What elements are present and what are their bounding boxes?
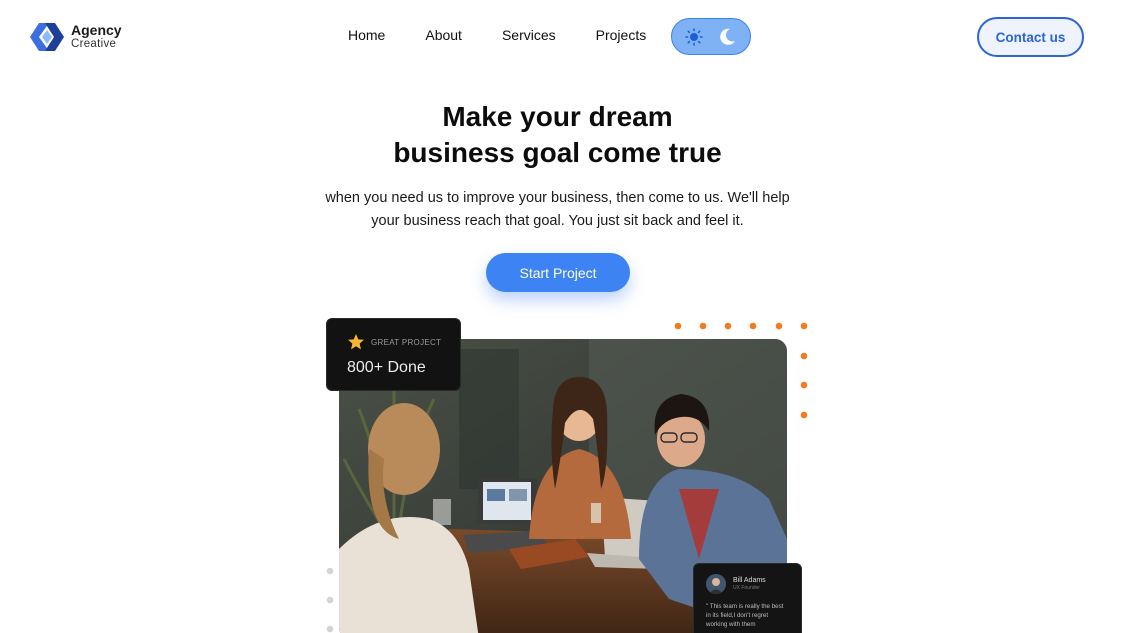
main-nav: Home About Services Projects bbox=[348, 27, 646, 43]
hero-title-line-2: business goal come true bbox=[393, 137, 722, 168]
user-avatar-icon bbox=[706, 574, 726, 594]
testimonial-quote: " This team is really the best in its fi… bbox=[706, 603, 784, 628]
brand-subtitle: Creative bbox=[71, 38, 117, 51]
testimonial-card: Bill Adams UX Founder " This team is rea… bbox=[693, 563, 802, 633]
hero-title: Make your dream business goal come true bbox=[0, 99, 1115, 171]
hero-description: when you need us to improve your busines… bbox=[325, 190, 790, 229]
nav-projects[interactable]: Projects bbox=[596, 27, 647, 43]
theme-toggle[interactable] bbox=[671, 18, 751, 55]
agency-logo-icon bbox=[30, 23, 64, 51]
moon-icon[interactable] bbox=[717, 27, 737, 47]
nav-services[interactable]: Services bbox=[502, 27, 556, 43]
contact-button[interactable]: Contact us bbox=[977, 17, 1084, 57]
brand-logo[interactable]: Agency Creative bbox=[30, 21, 122, 53]
testimonial-name: Bill Adams bbox=[733, 577, 766, 584]
nav-about[interactable]: About bbox=[425, 27, 462, 43]
nav-home[interactable]: Home bbox=[348, 27, 385, 43]
testimonial-role: UX Founder bbox=[733, 585, 760, 591]
projects-done-badge: GREAT PROJECT 800+ Done bbox=[326, 318, 461, 391]
avatar bbox=[706, 574, 726, 594]
badge-count: 800+ Done bbox=[347, 359, 426, 376]
sun-icon[interactable] bbox=[685, 27, 703, 46]
hero-title-line-1: Make your dream bbox=[442, 101, 673, 132]
decorative-dots-grey bbox=[326, 567, 334, 633]
star-icon bbox=[348, 334, 364, 350]
brand-title: Agency bbox=[71, 22, 122, 39]
badge-label: GREAT PROJECT bbox=[371, 337, 442, 347]
start-project-button[interactable]: Start Project bbox=[486, 253, 630, 292]
